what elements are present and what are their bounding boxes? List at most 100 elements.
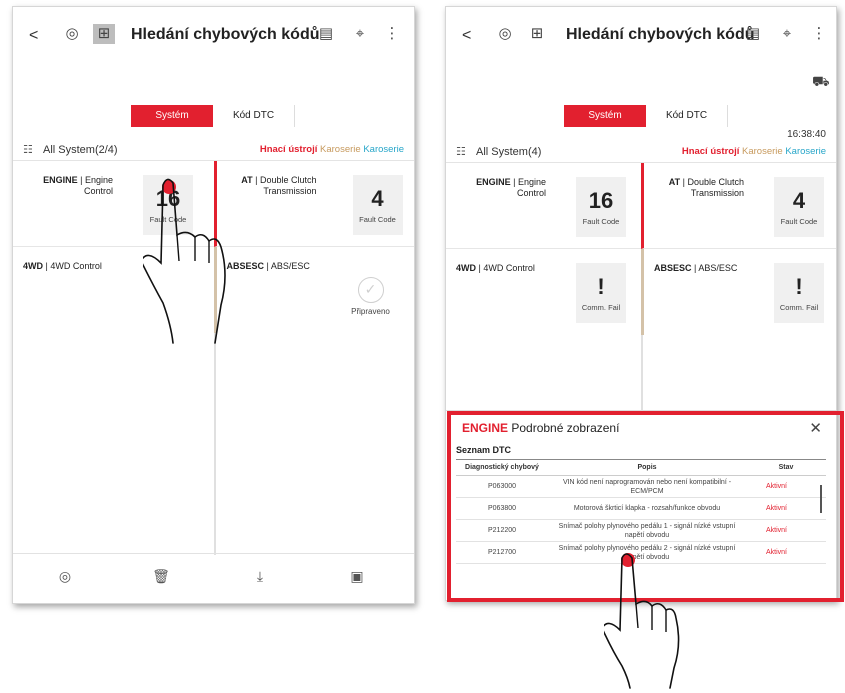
back-button[interactable]: < (462, 27, 471, 45)
fault-count: 4 (371, 186, 384, 211)
alert-icon: ! (795, 274, 803, 299)
pointing-hand-icon (143, 178, 226, 344)
tab-bar: Systém Kód DTC (564, 105, 728, 127)
tab-system[interactable]: Systém (131, 105, 213, 127)
tab-dtc[interactable]: Kód DTC (646, 105, 728, 127)
vehicle-scan-icon[interactable]: ◎ (61, 24, 83, 44)
system-cell-absesc[interactable]: ABSESC | ABS/ESC ✓ Připraveno (213, 247, 415, 333)
column-header: Diagnostický chybový (456, 459, 548, 476)
report-icon[interactable]: ▤ (315, 24, 337, 44)
tab-dtc[interactable]: Kód DTC (213, 105, 295, 127)
column-header: Popis (548, 459, 746, 476)
comm-fail-box[interactable]: ! Comm. Fail (576, 263, 626, 323)
system-cell-absesc[interactable]: ABSESC | ABS/ESC ! Comm. Fail (641, 249, 836, 335)
report-icon[interactable]: ▤ (742, 24, 764, 44)
system-name: 4WD | 4WD Control (456, 263, 535, 273)
filter-body-2[interactable]: Karoserie (785, 146, 826, 157)
system-cell-at[interactable]: AT | Double Clutch Transmission 4 Fault … (641, 163, 836, 249)
expand-icon[interactable]: ⌖ (349, 24, 371, 44)
trash-icon[interactable]: 🗑 (151, 568, 171, 585)
column-divider (641, 335, 643, 410)
expand-icon[interactable]: ⌖ (776, 24, 798, 44)
dtc-code: P212200 (456, 519, 548, 542)
filter-body[interactable]: Karoserie (320, 144, 361, 155)
alert-icon: ! (597, 274, 605, 299)
ready-status: ✓ Připraveno (341, 277, 401, 316)
more-icon[interactable]: ⋮ (381, 24, 403, 44)
vehicle-scan-icon[interactable]: ◎ (494, 24, 516, 44)
dtc-status: Aktivní (746, 541, 826, 564)
fault-count: 4 (792, 188, 806, 213)
top-bar: < ◎ ⊞ Hledání chybových kódů ▤ ⌖ ⋮ (446, 7, 836, 67)
filter-body-2[interactable]: Karoserie (363, 144, 404, 155)
dtc-code: P063800 (456, 497, 548, 520)
system-cell-at[interactable]: AT | Double Clutch Transmission 4 Fault … (213, 161, 414, 247)
tab-system[interactable]: Systém (564, 105, 646, 127)
fault-count-box[interactable]: 4 Fault Code (352, 175, 403, 235)
dtc-code: P212700 (456, 541, 548, 564)
dtc-code: P063000 (456, 475, 548, 498)
system-name: AT | Double Clutch Transmission (668, 177, 744, 198)
system-name: ABSESC | ABS/ESC (654, 263, 738, 273)
table-row[interactable]: P212200 Snímač polohy plynového pedálu 1… (456, 519, 826, 542)
fault-caption: Fault Code (359, 215, 396, 224)
comm-caption: Comm. Fail (581, 303, 621, 312)
system-count: All System(4) (476, 146, 542, 158)
system-cell-4wd[interactable]: 4WD | 4WD Control ! Comm. Fail (446, 249, 641, 335)
close-icon[interactable]: ✕ (809, 419, 822, 437)
system-filters: Hnací ústrojí Karoserie Karoserie (260, 144, 404, 155)
comm-caption: Comm. Fail (779, 303, 819, 312)
right-screen: < ◎ ⊞ Hledání chybových kódů ▤ ⌖ ⋮ ⛟ Sys… (445, 6, 837, 601)
ready-caption: Připraveno (351, 307, 390, 316)
fault-caption: Fault Code (582, 217, 620, 226)
fault-count-box[interactable]: 16 Fault Code (576, 177, 626, 237)
dtc-status: Aktivní (746, 475, 826, 498)
check-icon: ✓ (357, 277, 384, 303)
download-icon[interactable]: ⤓ (250, 568, 270, 585)
vehicle-info-icon[interactable]: ⛟ (812, 73, 830, 92)
system-name: 4WD | 4WD Control (23, 261, 102, 271)
dtc-description: Snímač polohy plynového pedálu 1 - signá… (548, 519, 746, 542)
dtc-search-icon[interactable]: ⊞ (526, 24, 548, 44)
timestamp: 16:38:40 (787, 129, 826, 140)
system-filters: Hnací ústrojí Karoserie Karoserie (682, 146, 826, 157)
column-divider (213, 333, 216, 555)
list-icon: ☷ (23, 144, 33, 156)
panel-title: ENGINE Podrobné zobrazení (462, 421, 620, 435)
table-row[interactable]: P063800 Motorová škrticí klapka - rozsah… (456, 497, 826, 520)
table-row[interactable]: P063000 VIN kód není naprogramován nebo … (456, 475, 826, 498)
circle-icon[interactable]: ◎ (55, 568, 75, 585)
dtc-description: Motorová škrticí klapka - rozsah/funkce … (548, 497, 746, 520)
report-bottom-icon[interactable]: ▣ (347, 568, 367, 585)
system-grid: ENGINE | Engine Control 16 Fault Code AT… (446, 163, 836, 335)
filter-drivetrain[interactable]: Hnací ústrojí (260, 144, 318, 155)
system-name: ENGINE | Engine Control (43, 175, 113, 196)
fault-caption: Fault Code (780, 217, 818, 226)
more-icon[interactable]: ⋮ (808, 24, 830, 44)
system-cell-engine[interactable]: ENGINE | Engine Control 16 Fault Code (446, 163, 641, 249)
scrollbar[interactable] (820, 485, 822, 513)
pointing-hand-icon (604, 553, 680, 689)
page-title: Hledání chybových kódů (131, 26, 320, 43)
system-name: ABSESC | ABS/ESC (226, 261, 310, 271)
filter-body[interactable]: Karoserie (742, 146, 783, 157)
system-count: All System(2/4) (43, 144, 118, 156)
filter-drivetrain[interactable]: Hnací ústrojí (682, 146, 740, 157)
page-title: Hledání chybových kódů (566, 26, 755, 43)
comm-fail-box[interactable]: ! Comm. Fail (774, 263, 824, 323)
back-button[interactable]: < (29, 27, 38, 45)
fault-count-box[interactable]: 4 Fault Code (774, 177, 824, 237)
top-bar: < ◎ ⊞ Hledání chybových kódů ▤ ⌖ ⋮ (13, 7, 414, 67)
dtc-description: VIN kód není naprogramován nebo není kom… (548, 475, 746, 498)
dtc-status: Aktivní (746, 519, 826, 542)
fault-count: 16 (588, 188, 614, 213)
dtc-list-title: Seznam DTC (456, 445, 512, 455)
list-icon: ☷ (456, 146, 466, 158)
system-header: ☷ All System(4) Hnací ústrojí Karoserie … (446, 141, 836, 163)
dtc-search-icon[interactable]: ⊞ (93, 24, 115, 44)
dtc-status: Aktivní (746, 497, 826, 520)
system-name: ENGINE | Engine Control (476, 177, 546, 198)
tab-bar: Systém Kód DTC (131, 105, 295, 127)
system-header: ☷ All System(2/4) Hnací ústrojí Karoseri… (13, 139, 414, 161)
column-header: Stav (746, 459, 826, 476)
